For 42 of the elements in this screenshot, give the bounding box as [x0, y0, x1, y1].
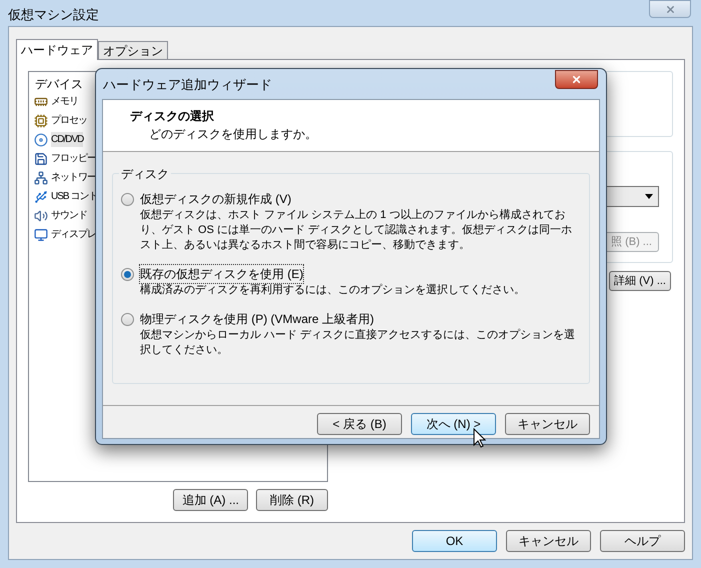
list-action-button[interactable]: 追加 (A) ...	[173, 489, 248, 511]
mouse-cursor-icon	[473, 428, 486, 448]
device-item[interactable]: CD/DVD	[51, 132, 84, 147]
dialog-button[interactable]: OK	[412, 530, 497, 552]
dropdown-caret-icon	[645, 194, 653, 199]
close-button[interactable]	[555, 70, 598, 89]
usb-icon	[34, 190, 48, 204]
option-description: 仮想マシンからローカル ハード ディスクに直接アクセスするには、このオプションを選択してください。	[139, 328, 576, 358]
window-title: 仮想マシン設定	[8, 6, 99, 24]
close-icon	[571, 74, 582, 85]
network-icon	[34, 170, 48, 184]
advanced-button[interactable]: 詳細 (V) ...	[609, 271, 671, 291]
device-item[interactable]: ディスプレ	[51, 227, 96, 242]
wizard-button[interactable]: < 戻る (B)	[317, 413, 402, 435]
radio-button[interactable]	[121, 312, 134, 326]
column-header: デバイス	[34, 76, 84, 92]
device-item[interactable]: プロセッ	[51, 113, 87, 128]
dialog-title: ハードウェア追加ウィザード	[103, 76, 272, 94]
wizard-button[interactable]: 次へ (N) >	[411, 413, 496, 435]
dialog-button[interactable]: ヘルプ	[600, 530, 685, 552]
device-item[interactable]: USB コント	[51, 189, 98, 204]
radio-button[interactable]	[121, 268, 134, 280]
close-icon	[664, 4, 676, 14]
dialog-button[interactable]: キャンセル	[506, 530, 591, 552]
radio-label[interactable]: 仮想ディスクの新規作成 (V)	[140, 190, 292, 208]
radio-label[interactable]: 既存の仮想ディスクを使用 (E)	[140, 265, 304, 283]
disc-icon	[34, 132, 48, 146]
device-item[interactable]: サウンド	[51, 208, 87, 223]
wizard-subheading: どのディスクを使用しますか。	[148, 126, 318, 143]
wizard-button[interactable]: キャンセル	[505, 413, 590, 435]
wizard-heading: ディスクの選択	[130, 108, 215, 125]
radio-label[interactable]: 物理ディスクを使用 (P) (VMware 上級者用)	[140, 310, 374, 328]
option-description: 構成済みのディスクを再利用するには、このオプションを選択してください。	[139, 283, 526, 298]
device-item[interactable]: メモリ	[51, 94, 78, 109]
monitor-icon	[34, 228, 48, 242]
processor-chip-icon	[34, 114, 48, 128]
radio-button[interactable]	[121, 192, 134, 206]
tab[interactable]: ハードウェア	[16, 39, 98, 60]
option-description: 仮想ディスクは、ホスト ファイル システム上の 1 つ以上のファイルから構成されており、ゲスト OS には単一のハード ディスクとして認識されます。仮想ディスクは同一ホスト上、あるいは異なるホスト間で容易にコピー、移動できます。	[139, 208, 574, 253]
speaker-icon	[34, 208, 48, 222]
tab[interactable]: オプション	[98, 41, 168, 59]
list-action-button[interactable]: 削除 (R)	[256, 489, 328, 511]
